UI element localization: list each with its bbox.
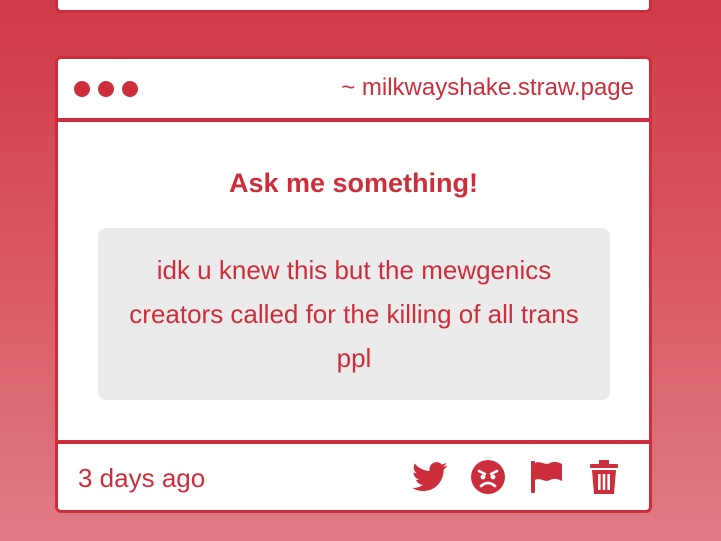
card-header: ~ milkwayshake.straw.page [58, 59, 649, 122]
card-footer: 3 days ago [58, 440, 649, 510]
question-box: idk u knew this but the mewgenics creato… [98, 228, 610, 400]
window-dots [74, 81, 138, 97]
question-card: ~ milkwayshake.straw.page Ask me somethi… [55, 56, 652, 513]
twitter-share-icon[interactable] [411, 458, 449, 496]
ask-title: Ask me something! [228, 168, 479, 198]
flag-icon[interactable] [527, 458, 565, 496]
window-dot [122, 81, 138, 97]
timestamp: 3 days ago [78, 463, 206, 493]
card-body: Ask me something! idk u knew this but th… [58, 122, 649, 440]
site-url-link[interactable]: ~ milkwayshake.straw.page [341, 73, 634, 103]
window-dot [98, 81, 114, 97]
angry-face-icon[interactable] [469, 458, 507, 496]
question-text: idk u knew this but the mewgenics creato… [129, 255, 579, 373]
trash-icon[interactable] [585, 458, 623, 496]
window-dot [74, 81, 90, 97]
previous-card-edge [55, 0, 652, 13]
